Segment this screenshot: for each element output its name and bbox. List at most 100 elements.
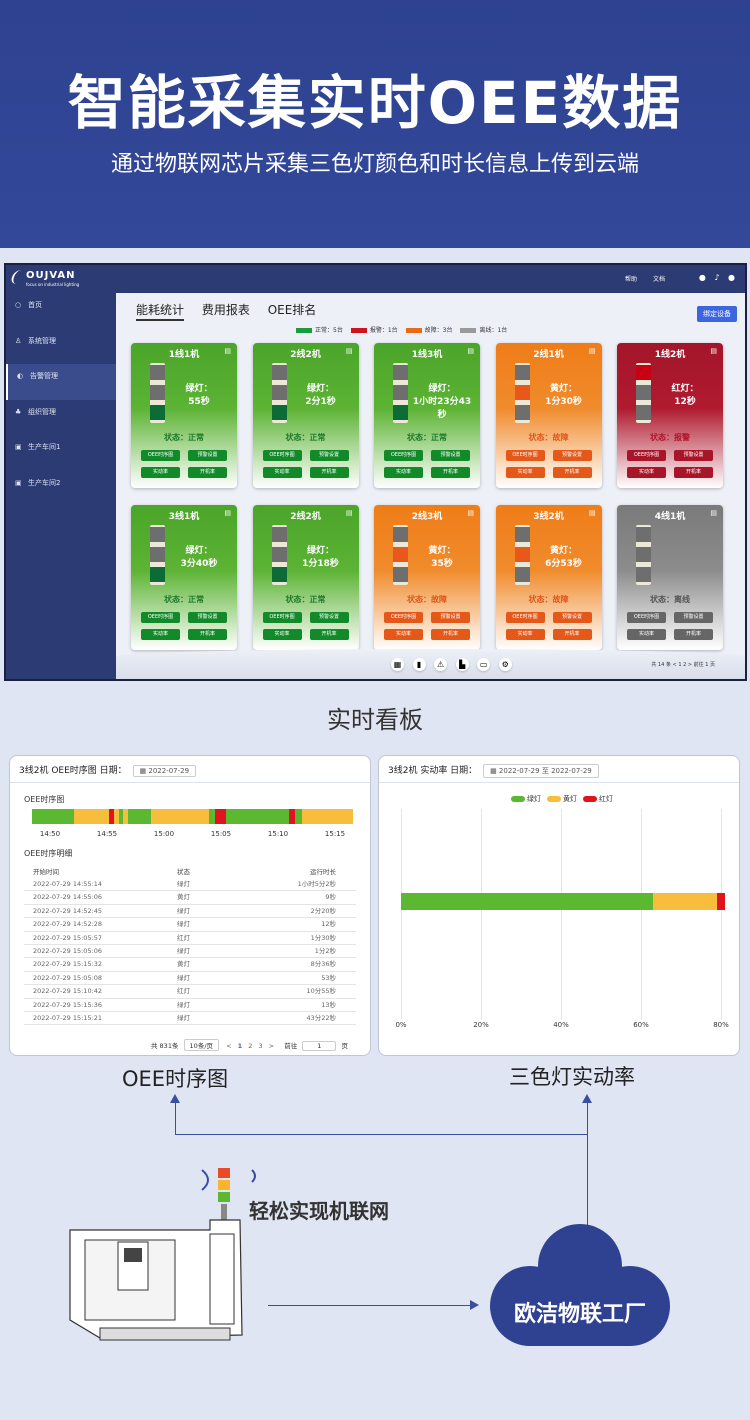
- uptime-button[interactable]: 开机率: [309, 629, 349, 640]
- machine-card[interactable]: 2线3机 ▤ 黄灯： 35秒 状态：故障 OEE时序图 预警设置 实动率 开机率: [374, 505, 480, 650]
- page-size-select[interactable]: 10条/页: [183, 1039, 220, 1051]
- card-pager[interactable]: 共 14 条 < 1 2 > 前往 1 页: [651, 661, 715, 668]
- card-menu-icon[interactable]: ▤: [467, 509, 474, 517]
- machine-card[interactable]: 3线1机 ▤ 绿灯： 3分40秒 状态：正常 OEE时序图 预警设置 实动率 开机率: [131, 505, 237, 650]
- machine-card[interactable]: 4线1机 ▤ 状态：离线 OEE时序图 预警设置 实动率 开机率: [617, 505, 723, 650]
- oee-timeline-button[interactable]: OEE时序图: [262, 612, 302, 623]
- sidebar-item-system[interactable]: ♙ 系统管理: [6, 329, 116, 365]
- tab-cost-report[interactable]: 费用报表: [202, 303, 250, 317]
- utilization-button[interactable]: 实动率: [505, 467, 545, 478]
- oee-timeline-button[interactable]: OEE时序图: [627, 450, 666, 461]
- machine-card[interactable]: 1线3机 ▤ 绿灯： 1小时23分43秒 状态：正常 OEE时序图 预警设置 实动率 开机率: [374, 343, 480, 488]
- card-menu-icon[interactable]: ▤: [346, 347, 353, 355]
- sidebar-item-workshop1[interactable]: ▣ 生产车间1: [6, 435, 116, 471]
- machine-state: 状态：离线: [650, 595, 690, 604]
- alert-settings-button[interactable]: 预警设置: [188, 450, 227, 461]
- tower-segment: [150, 567, 165, 582]
- warning-icon[interactable]: ⚠: [434, 658, 448, 671]
- uptime-button[interactable]: 开机率: [431, 467, 470, 478]
- page-3[interactable]: 3: [258, 1042, 262, 1050]
- utilization-button[interactable]: 实动率: [384, 467, 423, 478]
- help-link[interactable]: 帮助: [625, 276, 637, 283]
- sidebar-item-workshop2[interactable]: ▣ 生产车间2: [6, 471, 116, 507]
- light-duration: 1小时23分43秒: [412, 397, 472, 420]
- sidebar-item-home[interactable]: ○ 首页: [6, 293, 116, 329]
- utilization-button[interactable]: 实动率: [141, 467, 180, 478]
- machine-card[interactable]: 2线1机 ▤ 黄灯： 1分30秒 状态：故障 OEE时序图 预警设置 实动率 开机率: [495, 343, 602, 488]
- tower-light-icon[interactable]: ▮: [412, 658, 426, 671]
- next-page[interactable]: >: [269, 1042, 274, 1050]
- uptime-button[interactable]: 开机率: [552, 467, 592, 478]
- rate-date-range-picker[interactable]: ▦ 2022-07-29 至 2022-07-29: [483, 764, 599, 778]
- utilization-button[interactable]: 实动率: [505, 629, 545, 640]
- card-menu-icon[interactable]: ▤: [589, 509, 596, 517]
- oee-timeline-button[interactable]: OEE时序图: [262, 450, 302, 461]
- settings-icon[interactable]: ⚙: [498, 658, 512, 671]
- oee-timeline-button[interactable]: OEE时序图: [384, 612, 423, 623]
- utilization-button[interactable]: 实动率: [627, 467, 666, 478]
- page-1[interactable]: 1: [238, 1042, 243, 1050]
- alert-settings-button[interactable]: 预警设置: [431, 450, 470, 461]
- monitor-icon[interactable]: ▭: [477, 658, 491, 671]
- light-color: 绿灯：: [185, 546, 213, 556]
- sidebar-item-org[interactable]: ♣ 组织管理: [6, 400, 116, 436]
- page-2[interactable]: 2: [248, 1042, 252, 1050]
- tab-energy[interactable]: 能耗统计: [136, 303, 185, 321]
- apps-icon[interactable]: ▦: [391, 658, 404, 671]
- card-menu-icon[interactable]: ▤: [589, 347, 596, 355]
- chat-icon[interactable]: ●: [699, 273, 706, 282]
- alarm-icon: ◐: [17, 372, 24, 380]
- uptime-button[interactable]: 开机率: [188, 629, 227, 640]
- alert-settings-button[interactable]: 预警设置: [431, 612, 470, 623]
- docs-link[interactable]: 文档: [653, 276, 665, 283]
- oee-timeline-button[interactable]: OEE时序图: [627, 612, 666, 623]
- alert-settings-button[interactable]: 预警设置: [552, 612, 592, 623]
- machine-card[interactable]: 1线2机 ▤ 红灯： 12秒 状态：报警 OEE时序图 预警设置 实动率 开机率: [617, 343, 723, 488]
- uptime-button[interactable]: 开机率: [188, 467, 227, 478]
- card-menu-icon[interactable]: ▤: [224, 347, 231, 355]
- machine-card[interactable]: 1线1机 ▤ 绿灯： 55秒 状态：正常 OEE时序图 预警设置 实动率 开机率: [131, 343, 237, 488]
- oee-timeline-button[interactable]: OEE时序图: [505, 612, 545, 623]
- user-avatar-icon[interactable]: ●: [728, 273, 735, 282]
- oee-timeline-button[interactable]: OEE时序图: [141, 612, 180, 623]
- alert-settings-button[interactable]: 预警设置: [309, 612, 349, 623]
- uptime-button[interactable]: 开机率: [431, 629, 470, 640]
- card-menu-icon[interactable]: ▤: [710, 347, 717, 355]
- sidebar-label: 生产车间2: [28, 478, 61, 487]
- utilization-button[interactable]: 实动率: [262, 629, 302, 640]
- utilization-button[interactable]: 实动率: [262, 467, 302, 478]
- card-menu-icon[interactable]: ▤: [467, 347, 474, 355]
- factory-icon[interactable]: ▙: [455, 658, 469, 671]
- uptime-button[interactable]: 开机率: [552, 629, 592, 640]
- machine-card[interactable]: 3线2机 ▤ 黄灯： 6分53秒 状态：故障 OEE时序图 预警设置 实动率 开机率: [495, 505, 602, 650]
- bell-icon[interactable]: ♪: [714, 273, 719, 282]
- oee-date-picker[interactable]: ▦ 2022-07-29: [132, 765, 197, 777]
- bind-device-button[interactable]: 绑定设备: [697, 306, 737, 322]
- utilization-button[interactable]: 实动率: [627, 629, 666, 640]
- uptime-button[interactable]: 开机率: [309, 467, 349, 478]
- alert-settings-button[interactable]: 预警设置: [674, 612, 713, 623]
- goto-page-input[interactable]: 1: [302, 1041, 337, 1051]
- card-menu-icon[interactable]: ▤: [346, 509, 353, 517]
- alert-settings-button[interactable]: 预警设置: [309, 450, 349, 461]
- uptime-button[interactable]: 开机率: [674, 629, 713, 640]
- uptime-button[interactable]: 开机率: [674, 467, 713, 478]
- machine-card[interactable]: 2线2机 ▤ 绿灯： 1分18秒 状态：正常 OEE时序图 预警设置 实动率 开机率: [252, 505, 359, 650]
- oee-timeline-button[interactable]: OEE时序图: [505, 450, 545, 461]
- alert-settings-button[interactable]: 预警设置: [188, 612, 227, 623]
- alert-settings-button[interactable]: 预警设置: [552, 450, 592, 461]
- utilization-button[interactable]: 实动率: [141, 629, 180, 640]
- oee-timeline-button[interactable]: OEE时序图: [384, 450, 423, 461]
- alert-settings-button[interactable]: 预警设置: [674, 450, 713, 461]
- machine-card[interactable]: 2线2机 ▤ 绿灯： 2分1秒 状态：正常 OEE时序图 预警设置 实动率 开机率: [252, 343, 359, 488]
- sidebar-item-alarm[interactable]: ◐ 告警管理: [6, 364, 116, 400]
- cell-state: 绿灯: [177, 920, 190, 929]
- card-menu-icon[interactable]: ▤: [224, 509, 231, 517]
- rate-panel-header: 3线2机 实动率 日期： ▦ 2022-07-29 至 2022-07-29: [379, 756, 739, 783]
- prev-page[interactable]: <: [226, 1042, 231, 1050]
- tab-oee-rank[interactable]: OEE排名: [268, 303, 317, 317]
- oee-timeline-button[interactable]: OEE时序图: [141, 450, 180, 461]
- card-menu-icon[interactable]: ▤: [710, 509, 717, 517]
- tower-light-icon: [514, 525, 530, 585]
- utilization-button[interactable]: 实动率: [384, 629, 423, 640]
